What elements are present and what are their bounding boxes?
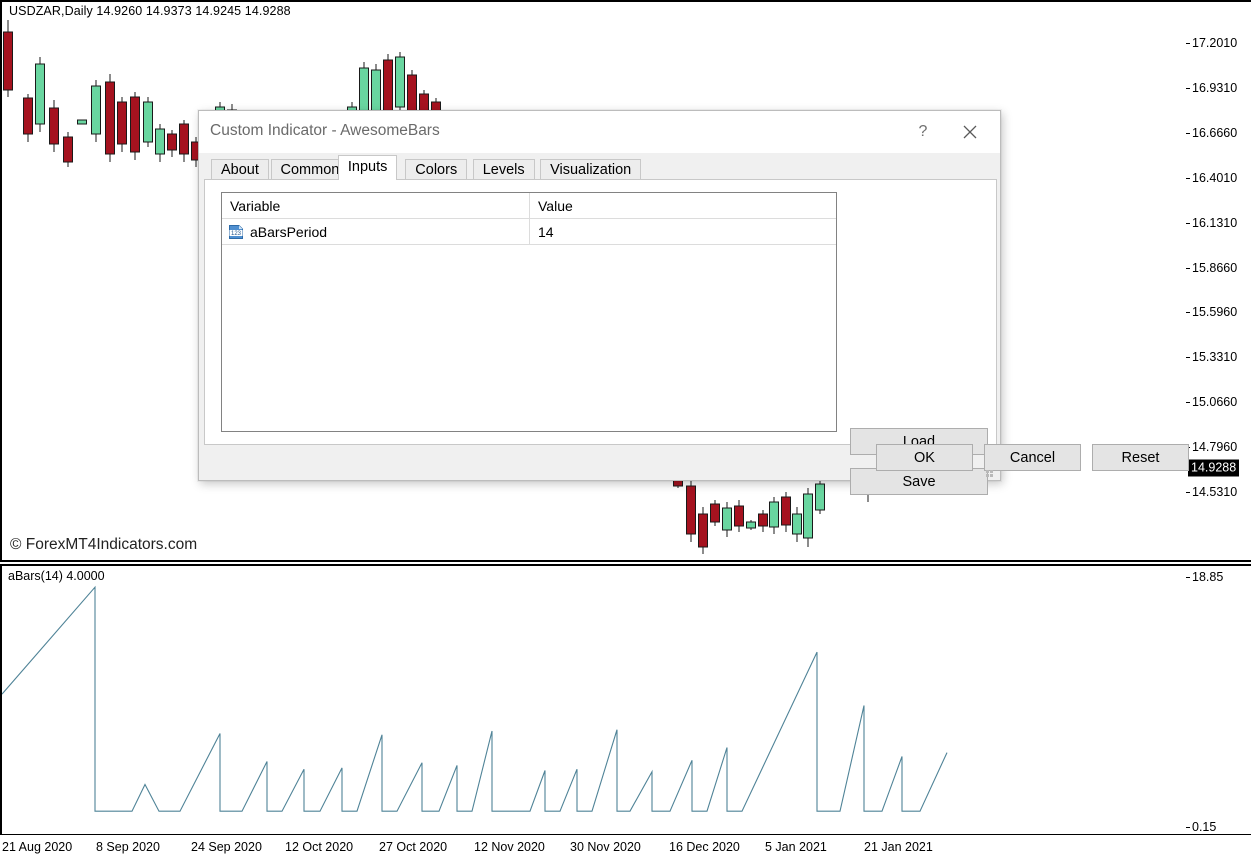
price-tick: 17.2010 xyxy=(1192,36,1237,50)
date-tick: 21 Jan 2021 xyxy=(864,840,933,854)
tab-levels[interactable]: Levels xyxy=(473,159,535,180)
date-tick: 12 Nov 2020 xyxy=(474,840,545,854)
dialog-tabstrip[interactable]: About Common Inputs Colors Levels Visualizati… xyxy=(211,157,1000,180)
current-price-tag: 14.9288 xyxy=(1188,460,1239,477)
indicator-tick-max: 18.85 xyxy=(1192,570,1223,584)
inputs-tab-panel: Variable Value 123aBarsPeriod14 Load Sav… xyxy=(204,179,997,445)
svg-text:123: 123 xyxy=(231,231,242,237)
dialog-titlebar[interactable]: Custom Indicator - AwesomeBars ? xyxy=(199,111,1000,153)
tab-label: Colors xyxy=(415,162,457,178)
cancel-button[interactable]: Cancel xyxy=(984,444,1081,471)
close-icon[interactable] xyxy=(950,117,990,147)
cell-variable: 123 aBarsPeriod xyxy=(222,219,530,244)
price-tick: 14.7960 xyxy=(1192,440,1237,454)
abars-line-series xyxy=(2,566,1186,835)
tab-label: Inputs xyxy=(348,159,388,175)
price-tick: 15.8660 xyxy=(1192,261,1237,275)
help-icon[interactable]: ? xyxy=(906,119,940,145)
save-button[interactable]: Save xyxy=(850,468,988,495)
column-header-variable: Variable xyxy=(222,193,530,218)
custom-indicator-dialog[interactable]: Custom Indicator - AwesomeBars ? About Co… xyxy=(198,110,1001,481)
tab-colors[interactable]: Colors xyxy=(405,159,467,180)
tab-label: Levels xyxy=(483,162,525,178)
number-123-icon: 123 xyxy=(228,224,244,240)
price-tick: 15.0660 xyxy=(1192,395,1237,409)
tab-label: Visualization xyxy=(550,162,631,178)
mt4-chart-window: USDZAR,Daily 14.9260 14.9373 14.9245 14.… xyxy=(0,0,1251,859)
indicator-scale[interactable]: 18.85 0.15 xyxy=(1186,564,1251,835)
date-tick: 5 Jan 2021 xyxy=(765,840,827,854)
resize-grip[interactable] xyxy=(986,466,997,477)
price-scale[interactable]: 17.2010 16.9310 16.6660 16.4010 16.1310 15.86… xyxy=(1186,0,1251,562)
reset-button[interactable]: Reset xyxy=(1092,444,1189,471)
parameters-table[interactable]: Variable Value 123 aBarsPeriod 14 xyxy=(221,192,837,432)
indicator-tick-min: 0.15 xyxy=(1192,820,1216,834)
ok-button[interactable]: OK xyxy=(876,444,973,471)
tab-label: About xyxy=(221,162,259,178)
date-tick: 12 Oct 2020 xyxy=(285,840,353,854)
dialog-title: Custom Indicator - AwesomeBars xyxy=(210,122,440,140)
cell-value[interactable]: 14 xyxy=(530,219,836,244)
price-tick: 15.3310 xyxy=(1192,350,1237,364)
date-axis: 21 Aug 2020 8 Sep 2020 24 Sep 2020 12 Oct 2… xyxy=(0,836,1251,859)
date-tick: 27 Oct 2020 xyxy=(379,840,447,854)
column-header-value: Value xyxy=(530,193,836,218)
indicator-subwindow[interactable]: aBars(14) 4.0000 xyxy=(0,564,1186,835)
date-tick: 30 Nov 2020 xyxy=(570,840,641,854)
date-tick: 24 Sep 2020 xyxy=(191,840,262,854)
tab-label: Common xyxy=(281,162,340,178)
price-tick: 14.5310 xyxy=(1192,485,1237,499)
variable-name: aBarsPeriod xyxy=(250,224,327,240)
price-tick: 16.4010 xyxy=(1192,171,1237,185)
table-row[interactable]: 123 aBarsPeriod 14 xyxy=(222,219,836,245)
price-tick: 16.6660 xyxy=(1192,126,1237,140)
price-tick: 15.5960 xyxy=(1192,305,1237,319)
price-tick: 16.9310 xyxy=(1192,81,1237,95)
date-tick: 21 Aug 2020 xyxy=(2,840,72,854)
date-tick: 8 Sep 2020 xyxy=(96,840,160,854)
date-tick: 16 Dec 2020 xyxy=(669,840,740,854)
table-header-row: Variable Value xyxy=(222,193,836,219)
tab-about[interactable]: About xyxy=(211,159,269,180)
price-tick: 16.1310 xyxy=(1192,216,1237,230)
tab-inputs[interactable]: Inputs xyxy=(338,155,398,180)
tab-visualization[interactable]: Visualization xyxy=(540,159,641,180)
